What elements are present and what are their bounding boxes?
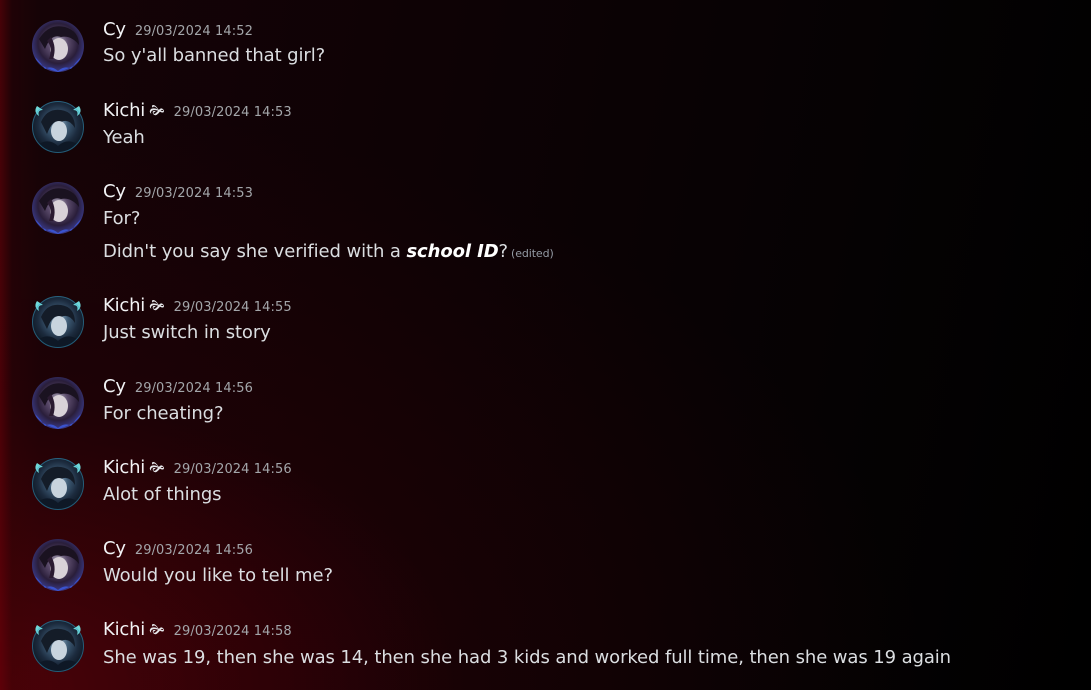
emphasis-text: school ID	[406, 241, 499, 262]
message-text: Would you like to tell me?	[103, 565, 333, 586]
cy-avatar[interactable]	[31, 538, 85, 592]
timestamp: 29/03/2024 14:53	[134, 186, 253, 201]
message-header: Kichi 🙞 29/03/2024 14:56	[103, 457, 292, 481]
message-header: Cy 29/03/2024 14:53	[103, 181, 253, 205]
username[interactable]: Kichi	[103, 619, 145, 640]
message-header: Cy 29/03/2024 14:52	[103, 19, 253, 43]
flourish-badge-icon: 🙞	[149, 298, 165, 314]
username[interactable]: Cy	[103, 538, 126, 559]
timestamp: 29/03/2024 14:55	[173, 300, 292, 315]
message-text: Yeah	[103, 127, 145, 148]
message-header: Kichi 🙞 29/03/2024 14:53	[103, 100, 292, 124]
cy-avatar[interactable]	[31, 376, 85, 430]
message-header: Kichi 🙞 29/03/2024 14:58	[103, 619, 292, 643]
timestamp: 29/03/2024 14:56	[134, 381, 253, 396]
top-toolbar-fragment	[0, 0, 1091, 4]
flourish-badge-icon: 🙞	[149, 622, 165, 638]
message-text: For cheating?	[103, 403, 224, 424]
flourish-badge-icon: 🙞	[149, 460, 165, 476]
flourish-badge-icon: 🙞	[149, 103, 165, 119]
edited-label: (edited)	[511, 247, 554, 260]
kichi-avatar[interactable]	[31, 457, 85, 511]
kichi-avatar[interactable]	[31, 295, 85, 349]
username[interactable]: Kichi	[103, 457, 145, 478]
username[interactable]: Kichi	[103, 100, 145, 121]
message-text: So y'all banned that girl?	[103, 45, 326, 66]
message-text: She was 19, then she was 14, then she ha…	[103, 647, 951, 668]
message-text: Alot of things	[103, 484, 222, 505]
username[interactable]: Cy	[103, 376, 126, 397]
message-text: For?	[103, 208, 141, 229]
text-after: ?	[498, 241, 509, 262]
timestamp: 29/03/2024 14:53	[173, 105, 292, 120]
username[interactable]: Kichi	[103, 295, 145, 316]
cy-avatar[interactable]	[31, 19, 85, 73]
text-before: Didn't you say she verified with a	[103, 241, 407, 262]
message-text-edited: Didn't you say she verified with a schoo…	[103, 241, 554, 265]
username[interactable]: Cy	[103, 181, 126, 202]
message-header: Cy 29/03/2024 14:56	[103, 376, 253, 400]
message-header: Cy 29/03/2024 14:56	[103, 538, 253, 562]
message-text: Just switch in story	[103, 322, 271, 343]
username[interactable]: Cy	[103, 19, 126, 40]
timestamp: 29/03/2024 14:52	[134, 24, 253, 39]
kichi-avatar[interactable]	[31, 100, 85, 154]
timestamp: 29/03/2024 14:56	[134, 543, 253, 558]
kichi-avatar[interactable]	[31, 619, 85, 673]
timestamp: 29/03/2024 14:56	[173, 462, 292, 477]
message-header: Kichi 🙞 29/03/2024 14:55	[103, 295, 292, 319]
cy-avatar[interactable]	[31, 181, 85, 235]
timestamp: 29/03/2024 14:58	[173, 624, 292, 639]
